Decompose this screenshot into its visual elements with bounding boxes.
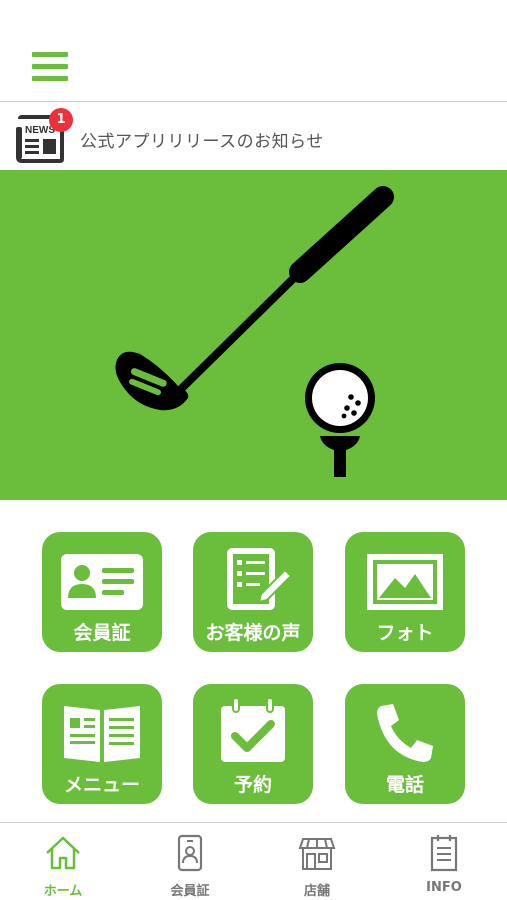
golf-ball-on-tee-icon [305,363,375,477]
tile-label: お客様の声 [205,622,301,644]
tile-photo[interactable]: フォト [345,532,465,652]
tab-label: INFO [426,880,462,895]
tile-menu[interactable]: メニュー [42,684,162,804]
hero-banner [0,170,507,500]
photo-icon [367,554,443,610]
tab-store[interactable]: 店舗 [254,823,380,900]
menu-book-icon [64,706,140,762]
tile-label: 会員証 [73,622,131,644]
member-card-icon [61,554,143,610]
tile-label: 電話 [385,774,424,796]
tab-member-card[interactable]: 会員証 [127,823,253,900]
hamburger-menu-icon[interactable] [32,52,68,82]
info-document-icon [430,835,458,872]
app-header [0,0,507,102]
tab-info[interactable]: INFO [381,823,507,900]
tab-home[interactable]: ホーム [0,823,126,900]
tile-label: メニュー [63,774,140,796]
news-badge: 1 [49,108,73,132]
store-icon [298,838,336,870]
tab-label: 店舗 [303,884,330,899]
tab-label: ホーム [43,884,83,899]
phone-icon [377,704,433,762]
tile-phone[interactable]: 電話 [345,684,465,804]
calendar-check-icon [221,697,285,762]
tile-label: フォト [376,622,434,644]
tile-member-card[interactable]: 会員証 [42,532,162,652]
bottom-tab-bar: ホーム 会員証 店舗 INFO [0,822,507,900]
member-card-icon [177,834,203,872]
feedback-form-icon [227,548,293,610]
home-icon [46,836,80,870]
tile-label: 予約 [233,774,272,796]
news-headline[interactable]: 公式アプリリリースのお知らせ [80,127,324,152]
tab-label: 会員証 [170,884,210,899]
tile-reservation[interactable]: 予約 [193,684,313,804]
tile-customer-voice[interactable]: お客様の声 [193,532,313,652]
news-bar[interactable]: NEWS 公式アプリリリースのお知らせ [0,103,507,169]
